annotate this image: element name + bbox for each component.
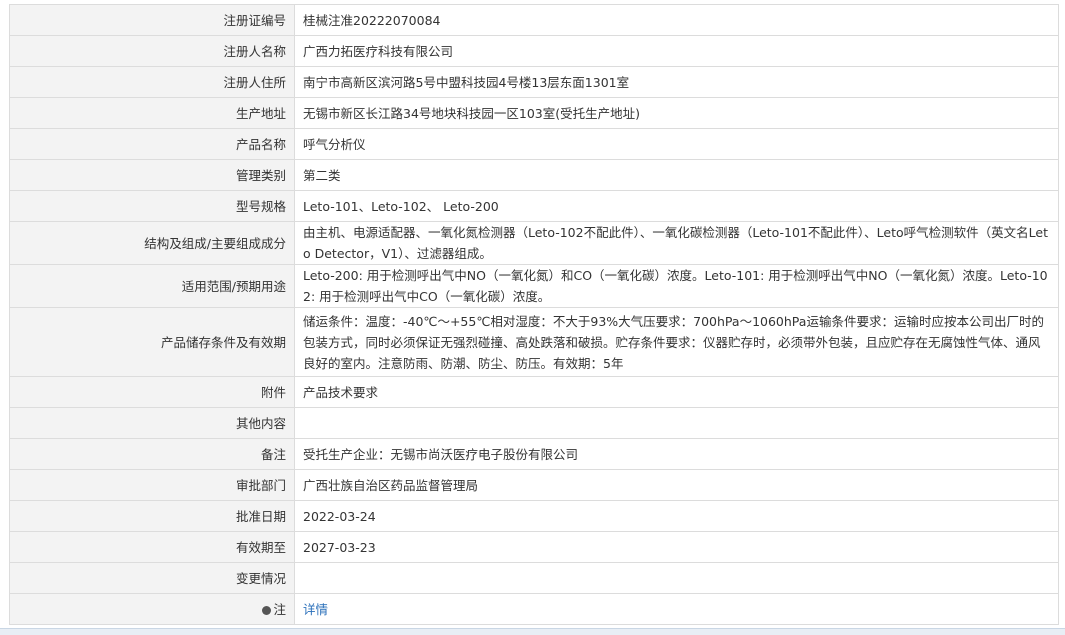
row-label-approval-date: 批准日期 (9, 500, 295, 532)
table-row: 有效期至 2027-03-23 (9, 531, 1059, 563)
row-value-valid-until: 2027-03-23 (294, 531, 1059, 563)
registration-detail-page: 注册证编号 桂械注准20222070084 注册人名称 广西力拓医疗科技有限公司… (0, 0, 1065, 635)
row-label-remarks: 备注 (9, 438, 295, 470)
row-value-approval-date: 2022-03-24 (294, 500, 1059, 532)
row-value-other-content (294, 407, 1059, 439)
registration-detail-table: 注册证编号 桂械注准20222070084 注册人名称 广西力拓医疗科技有限公司… (9, 4, 1059, 625)
row-label-structure: 结构及组成/主要组成成分 (9, 221, 295, 265)
row-value-approval-dept: 广西壮族自治区药品监督管理局 (294, 469, 1059, 501)
table-row: 注册人名称 广西力拓医疗科技有限公司 (9, 35, 1059, 67)
table-row: 产品名称 呼气分析仪 (9, 128, 1059, 160)
table-row: 适用范围/预期用途 Leto-200: 用于检测呼出气中NO（一氧化氮）和CO（… (9, 264, 1059, 308)
table-row: 生产地址 无锡市新区长江路34号地块科技园一区103室(受托生产地址) (9, 97, 1059, 129)
row-label-intended-use: 适用范围/预期用途 (9, 264, 295, 308)
row-label-other-content: 其他内容 (9, 407, 295, 439)
table-row: 注 详情 (9, 593, 1059, 625)
table-row: 型号规格 Leto-101、Leto-102、 Leto-200 (9, 190, 1059, 222)
row-value-intended-use: Leto-200: 用于检测呼出气中NO（一氧化氮）和CO（一氧化碳）浓度。Le… (294, 264, 1059, 308)
row-label-valid-until: 有效期至 (9, 531, 295, 563)
pin-icon (262, 605, 272, 615)
table-row: 其他内容 (9, 407, 1059, 439)
row-label-registration-no: 注册证编号 (9, 4, 295, 36)
row-value-registration-no: 桂械注准20222070084 (294, 4, 1059, 36)
row-label-note: 注 (9, 593, 295, 625)
row-value-product-name: 呼气分析仪 (294, 128, 1059, 160)
row-label-model-spec: 型号规格 (9, 190, 295, 222)
row-value-change-status (294, 562, 1059, 594)
row-label-product-name: 产品名称 (9, 128, 295, 160)
table-row: 注册证编号 桂械注准20222070084 (9, 4, 1059, 36)
table-row: 批准日期 2022-03-24 (9, 500, 1059, 532)
row-label-registrant-name: 注册人名称 (9, 35, 295, 67)
row-value-registrant-address: 南宁市高新区滨河路5号中盟科技园4号楼13层东面1301室 (294, 66, 1059, 98)
table-row: 审批部门 广西壮族自治区药品监督管理局 (9, 469, 1059, 501)
table-row: 备注 受托生产企业：无锡市尚沃医疗电子股份有限公司 (9, 438, 1059, 470)
table-row: 注册人住所 南宁市高新区滨河路5号中盟科技园4号楼13层东面1301室 (9, 66, 1059, 98)
details-link[interactable]: 详情 (303, 602, 328, 617)
row-value-attachment: 产品技术要求 (294, 376, 1059, 408)
table-row: 产品储存条件及有效期 储运条件：温度：-40℃～+55℃相对湿度：不大于93%大… (9, 307, 1059, 377)
row-value-registrant-name: 广西力拓医疗科技有限公司 (294, 35, 1059, 67)
table-row: 附件 产品技术要求 (9, 376, 1059, 408)
row-label-storage-validity: 产品储存条件及有效期 (9, 307, 295, 377)
row-label-approval-dept: 审批部门 (9, 469, 295, 501)
row-value-storage-validity: 储运条件：温度：-40℃～+55℃相对湿度：不大于93%大气压要求：700hPa… (294, 307, 1059, 377)
note-label: 注 (273, 601, 286, 617)
table-row: 结构及组成/主要组成成分 由主机、电源适配器、一氧化氮检测器（Leto-102不… (9, 221, 1059, 265)
table-row: 管理类别 第二类 (9, 159, 1059, 191)
row-value-model-spec: Leto-101、Leto-102、 Leto-200 (294, 190, 1059, 222)
row-value-production-address: 无锡市新区长江路34号地块科技园一区103室(受托生产地址) (294, 97, 1059, 129)
row-value-remarks: 受托生产企业：无锡市尚沃医疗电子股份有限公司 (294, 438, 1059, 470)
row-label-registrant-address: 注册人住所 (9, 66, 295, 98)
row-value-management-class: 第二类 (294, 159, 1059, 191)
row-label-management-class: 管理类别 (9, 159, 295, 191)
horizontal-scrollbar[interactable] (0, 628, 1065, 635)
table-row: 变更情况 (9, 562, 1059, 594)
row-label-production-address: 生产地址 (9, 97, 295, 129)
row-label-change-status: 变更情况 (9, 562, 295, 594)
row-value-structure: 由主机、电源适配器、一氧化氮检测器（Leto-102不配此件）、一氧化碳检测器（… (294, 221, 1059, 265)
row-label-attachment: 附件 (9, 376, 295, 408)
row-value-note: 详情 (294, 593, 1059, 625)
